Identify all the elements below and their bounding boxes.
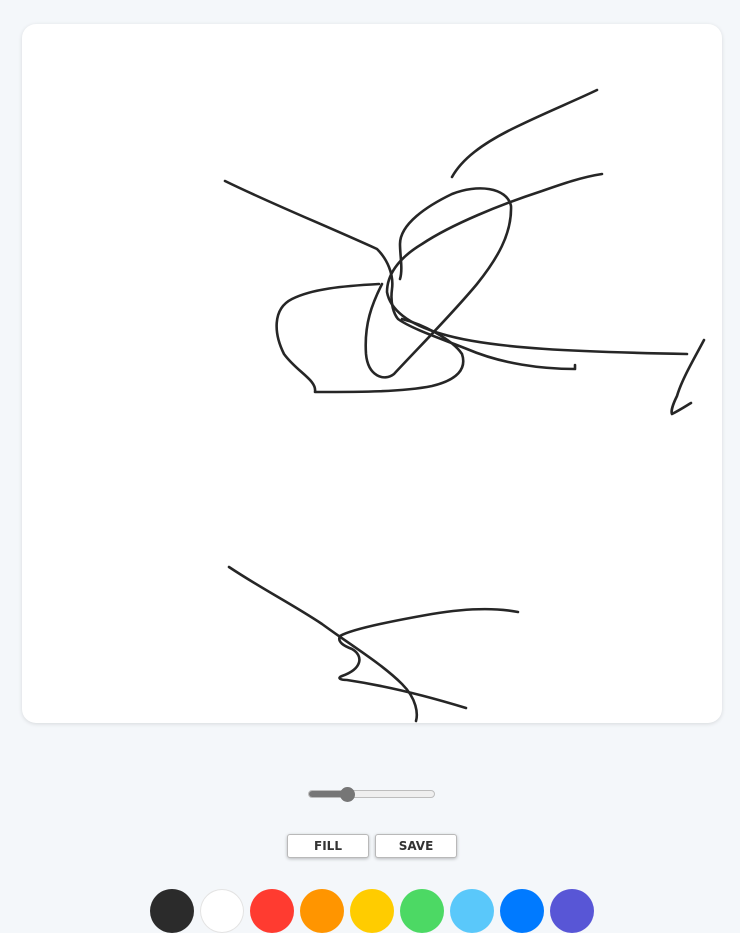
color-swatch[interactable]	[450, 889, 494, 933]
stroke	[227, 565, 419, 723]
drawing-canvas[interactable]	[22, 24, 722, 723]
drawing-strokes	[223, 88, 706, 723]
stroke	[670, 338, 706, 416]
fill-button-label: FILL	[314, 839, 342, 853]
fill-button[interactable]: FILL	[287, 834, 369, 858]
color-swatch[interactable]	[550, 889, 594, 933]
slider-thumb[interactable]	[339, 787, 355, 802]
stroke	[450, 88, 599, 179]
stroke	[385, 172, 689, 356]
color-swatch[interactable]	[150, 889, 194, 933]
save-button-label: SAVE	[398, 839, 434, 853]
color-swatch[interactable]	[400, 889, 444, 933]
color-swatch[interactable]	[300, 889, 344, 933]
save-button[interactable]: SAVE	[375, 834, 457, 858]
color-swatch[interactable]	[500, 889, 544, 933]
color-swatch[interactable]	[250, 889, 294, 933]
color-swatch[interactable]	[350, 889, 394, 933]
stroke	[338, 607, 520, 710]
color-swatch[interactable]	[200, 889, 244, 933]
brush-size-slider[interactable]	[308, 787, 435, 802]
